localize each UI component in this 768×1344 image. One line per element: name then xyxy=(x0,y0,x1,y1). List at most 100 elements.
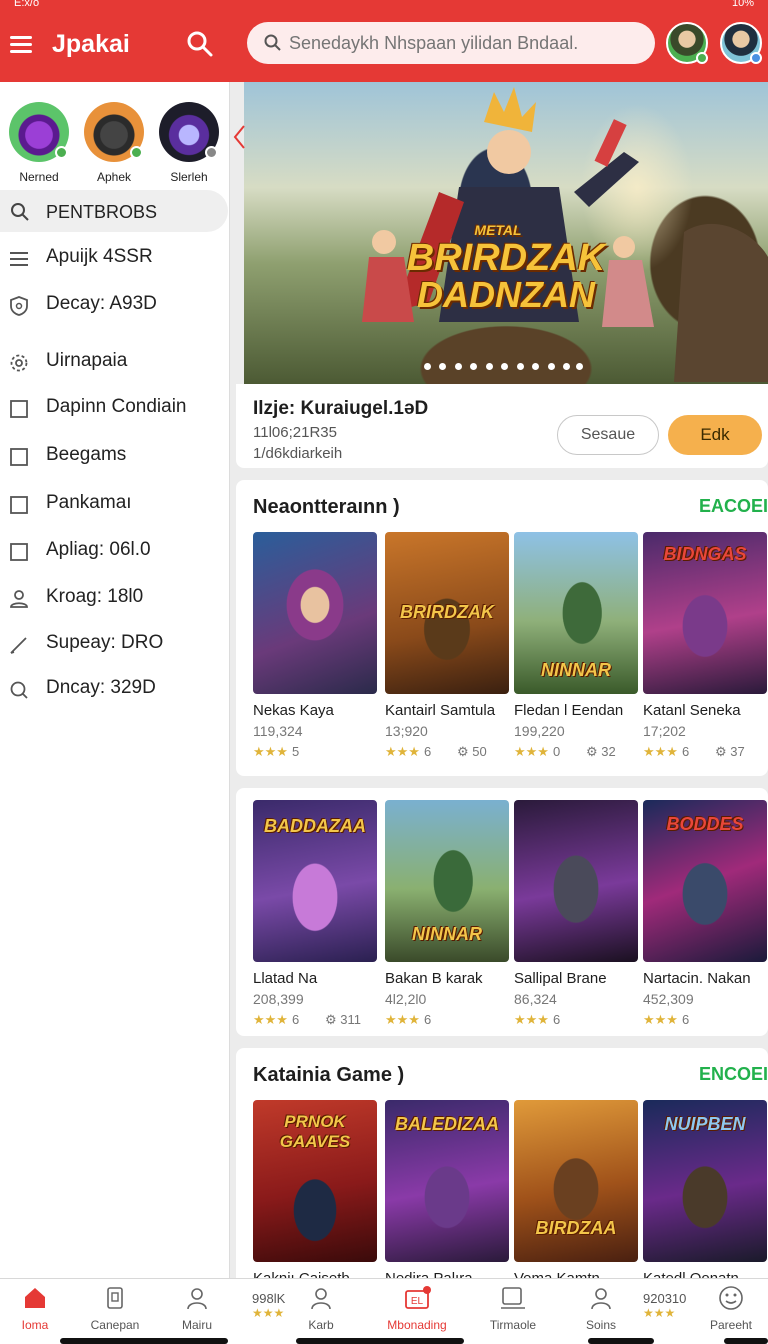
game-cover: NINNAR xyxy=(385,800,509,962)
sidebar-item[interactable]: Supeay: DRO xyxy=(0,626,228,662)
sidebar: Nerned Aphek Slerleh PENTBROBS Apuijk 4S… xyxy=(0,82,230,1278)
sidebar-item-label: Supeay: DRO xyxy=(46,632,164,653)
gesture-bar xyxy=(60,1338,228,1344)
armored-warrior-avatar xyxy=(84,102,144,162)
sidebar-item[interactable]: Uirnapaia xyxy=(0,344,228,380)
favorite-label: Aphek xyxy=(96,170,132,184)
hamburger-menu-icon[interactable] xyxy=(10,34,34,54)
game-cover xyxy=(514,800,638,962)
banner-title-small: METAL xyxy=(474,222,522,238)
game-cover: BIRDZAA xyxy=(514,1100,638,1262)
game-card[interactable]: BIDNGAS Katanl Seneka 17;202 ★★★ 6 ⚙ 37 xyxy=(643,532,767,760)
game-name: Fledan l Eendan xyxy=(514,702,624,719)
nav-item-store[interactable]: EL Mbonading xyxy=(382,1285,452,1332)
featured-title: Ilzje: Kuraiugel.1əD xyxy=(253,398,429,419)
dark-knight-avatar xyxy=(159,102,219,162)
game-count: 119,324 xyxy=(253,723,303,739)
game-count: 17;202 xyxy=(643,723,686,739)
checkbox-icon xyxy=(10,496,28,514)
game-cover: NUIPBEN xyxy=(643,1100,767,1262)
nav-item-user[interactable]: Soins xyxy=(566,1285,636,1332)
search-input[interactable] xyxy=(289,30,639,56)
favorite-game[interactable]: Aphek xyxy=(83,102,145,184)
sidebar-item[interactable]: Apliag: 06Ɩ.0 xyxy=(0,533,228,569)
game-name: Bakan B karak xyxy=(385,970,483,987)
game-count: 13;920 xyxy=(385,723,428,739)
sidebar-item[interactable]: Beegams xyxy=(0,438,228,474)
search-bar[interactable] xyxy=(247,22,655,64)
rating-stars: ★★★ 6 xyxy=(514,1012,561,1027)
game-name: Nekas Kaya xyxy=(253,702,334,719)
search-icon xyxy=(187,31,213,57)
game-card[interactable]: BALEDIZAA Nedira Palıra xyxy=(385,1100,509,1287)
nav-item-smiley[interactable]: Pareeht xyxy=(696,1285,766,1332)
rating-stars: ★★★ 6 ⚙ 311 xyxy=(253,1012,361,1027)
shield-icon xyxy=(10,296,28,316)
section-title: Neaontteraınn ) xyxy=(253,496,400,518)
featured-info-card: Ilzje: Kuraiugel.1əD 11Ɩ06;21R35 1/d6kdi… xyxy=(236,384,768,468)
hero-banner[interactable]: METAL BRIRDZAK DADNZAN xyxy=(244,82,768,384)
refresh-search-icon xyxy=(10,681,28,699)
game-cover: BALEDIZAA xyxy=(385,1100,509,1262)
secondary-button[interactable]: Sesaue xyxy=(557,415,659,455)
sidebar-item[interactable]: Dapinn Condiain xyxy=(0,390,228,426)
rating-stars: ★★★ 5 xyxy=(253,744,300,759)
avatar[interactable] xyxy=(720,22,762,64)
status-battery: 10% xyxy=(731,0,754,9)
nav-item-user[interactable]: Karb xyxy=(286,1285,356,1332)
search-icon-button[interactable] xyxy=(186,30,216,60)
checkbox-icon xyxy=(10,448,28,466)
nav-item-home[interactable]: Ioma xyxy=(0,1285,70,1332)
game-card[interactable]: BADDAZAA Llatad Na 208,399 ★★★ 6 ⚙ 311 xyxy=(253,800,377,1028)
gesture-bar xyxy=(724,1338,768,1344)
search-icon xyxy=(264,34,281,51)
game-count: 4Ɩ2,2Ɩ0 xyxy=(385,991,427,1007)
game-count: 199,220 xyxy=(514,723,565,739)
sidebar-item-label: Dncay: 329D xyxy=(46,677,156,698)
game-cover: BRIRDZAK xyxy=(385,532,509,694)
primary-button[interactable]: Edk xyxy=(668,415,762,455)
section-more-link[interactable]: EACOEI xyxy=(699,496,768,517)
game-card[interactable]: Nekas Kaya 119,324 ★★★ 5 xyxy=(253,532,377,760)
game-card[interactable]: NUIPBEN Katedl Qonatn xyxy=(643,1100,767,1287)
sidebar-item[interactable]: Decay: A93D xyxy=(0,287,228,323)
gesture-bar xyxy=(588,1338,654,1344)
section-more-link[interactable]: ENCOEI xyxy=(699,1064,768,1085)
featured-subtitle: 11Ɩ06;21R35 xyxy=(253,424,337,441)
sidebar-item[interactable]: Apuijk 4SSR xyxy=(0,240,228,276)
game-card[interactable]: BRIRDZAK Kantairl Samtula 13;920 ★★★ 6 ⚙ 5… xyxy=(385,532,509,760)
sidebar-item-label: Beegams xyxy=(46,444,127,465)
game-card[interactable]: NINNAR Fledan l Eendan 199,220 ★★★ 0 ⚙ 32 xyxy=(514,532,638,760)
nav-item-tablet[interactable]: Canepan xyxy=(80,1285,150,1332)
sidebar-search[interactable]: PENTBROBS xyxy=(0,190,228,232)
favorite-game[interactable]: Nerned xyxy=(8,102,70,184)
game-card[interactable]: BODDES Nartacin. Nakan 452,309 ★★★ 6 xyxy=(643,800,767,1028)
sidebar-item[interactable]: Pankamaı xyxy=(0,486,228,522)
rating-stars: ★★★ 6 xyxy=(643,1012,690,1027)
nav-item-user[interactable]: Mairu xyxy=(162,1285,232,1332)
banner-title-line2: DADNZAN xyxy=(417,274,595,315)
nav-item-device[interactable]: Tirmaole xyxy=(478,1285,548,1332)
game-cover: NINNAR xyxy=(514,532,638,694)
avatar[interactable] xyxy=(666,22,708,64)
rating-stars: ★★★ 6 ⚙ 37 xyxy=(643,744,745,759)
game-card[interactable]: BIRDZAA Vema Kamtn xyxy=(514,1100,638,1287)
game-card[interactable]: NINNAR Bakan B karak 4Ɩ2,2Ɩ0 ★★★ 6 xyxy=(385,800,509,1028)
game-card[interactable]: Sallipal Brane 86,324 ★★★ 6 xyxy=(514,800,638,1028)
sidebar-item[interactable]: Dncay: 329D xyxy=(0,671,228,707)
nav-extra-left: 998lK ★★★ xyxy=(252,1291,286,1320)
sidebar-item-label: Pankamaı xyxy=(46,492,132,513)
game-card[interactable]: PRNOK GAAVES Kakniı Caisetb xyxy=(253,1100,377,1287)
user-icon xyxy=(311,1288,331,1310)
tablet-icon xyxy=(107,1287,123,1309)
game-count: 208,399 xyxy=(253,991,304,1007)
favorite-label: Slerleh xyxy=(170,170,208,184)
banner-prev-chevron-icon[interactable] xyxy=(232,122,246,152)
nav-extra-right: 920310 ★★★ xyxy=(643,1291,687,1320)
store-icon: EL xyxy=(405,1286,431,1309)
svg-text:EL: EL xyxy=(411,1296,424,1307)
game-count: 86,324 xyxy=(514,991,557,1007)
favorite-game[interactable]: Slerleh xyxy=(158,102,220,184)
sidebar-item-label: Apliag: 06Ɩ.0 xyxy=(46,539,151,560)
sidebar-item[interactable]: Kroag: 18Ɩ0 xyxy=(0,580,228,616)
